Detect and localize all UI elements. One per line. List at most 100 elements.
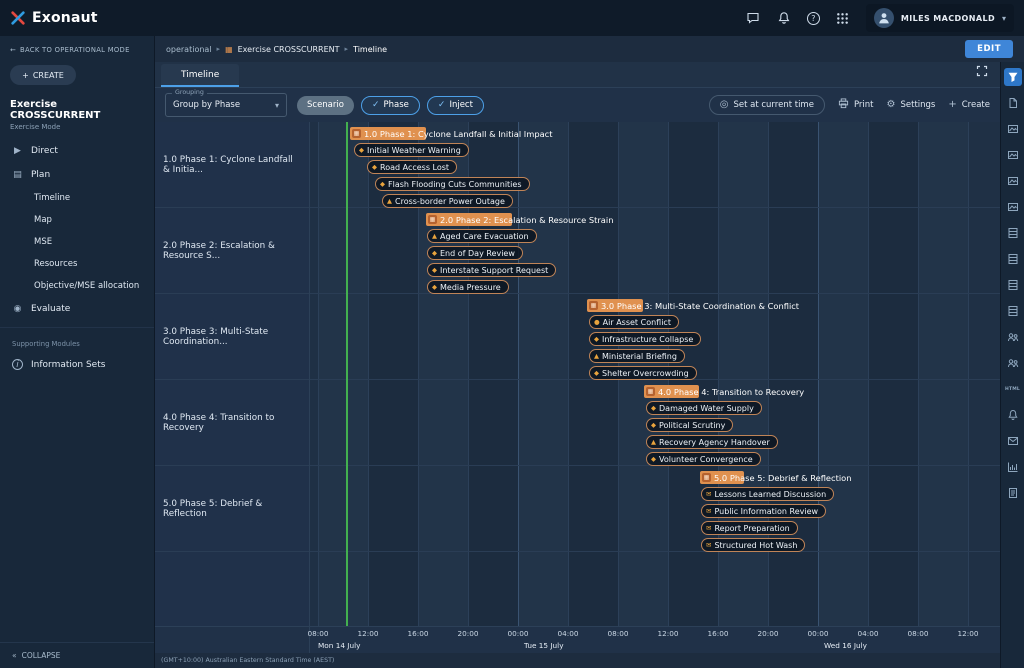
inject-chip[interactable]: ✉Lessons Learned Discussion [701,487,834,501]
filter-chip-phase[interactable]: ✓Phase [361,96,420,115]
inject-chip[interactable]: ◆Political Scrutiny [646,418,733,432]
target-icon: ◎ [720,100,729,110]
settings-button[interactable]: ⚙ Settings [887,100,936,110]
breadcrumb-exercise[interactable]: Exercise CROSSCURRENT [238,45,340,54]
time-tick-label: 08:00 [607,629,628,638]
archive-icon[interactable] [1004,250,1022,268]
mail-icon[interactable] [1004,432,1022,450]
sidebar-item-direct[interactable]: ▶ Direct [0,139,154,163]
bell-icon[interactable] [776,10,792,26]
direct-icon: ▶ [12,146,23,156]
image-panel-icon[interactable] [1004,198,1022,216]
inject-chip[interactable]: ◆End of Day Review [427,246,523,260]
phase-bar[interactable]: ▦1.0 Phase 1: Cyclone Landfall & Initial… [350,127,426,140]
inject-chip[interactable]: ●Air Asset Conflict [589,315,679,329]
tab-timeline[interactable]: Timeline [161,64,239,87]
inject-chip[interactable]: ◆Road Access Lost [367,160,457,174]
image-panel-icon[interactable] [1004,146,1022,164]
archive-icon[interactable] [1004,276,1022,294]
sidebar-item-objective-mse-allocation[interactable]: Objective/MSE allocation [0,275,154,297]
sidebar-item-evaluate[interactable]: ◉ Evaluate [0,297,154,321]
image-panel-icon[interactable] [1004,120,1022,138]
inject-chip[interactable]: ◆Volunteer Convergence [646,452,761,466]
inject-chip[interactable]: ▲Recovery Agency Handover [646,435,778,449]
grouping-value: Group by Phase [173,100,240,110]
phase-bar[interactable]: ▦5.0 Phase 5: Debrief & Reflection [700,471,744,484]
inject-chip[interactable]: ✉Public Information Review [701,504,826,518]
check-icon: ✓ [438,100,446,110]
time-tick-label: 12:00 [657,629,678,638]
app-logo[interactable]: Exonaut [10,10,98,26]
inject-chip[interactable]: ◆Infrastructure Collapse [589,332,701,346]
create-timeline-item-button[interactable]: + Create [948,100,990,110]
current-time-line [346,122,348,626]
sidebar-item-information-sets[interactable]: i Information Sets [0,352,154,377]
inject-chip[interactable]: ◆Interstate Support Request [427,263,556,277]
time-tick-label: 20:00 [457,629,478,638]
image-panel-icon[interactable] [1004,172,1022,190]
inject-chip[interactable]: ▲Ministerial Briefing [589,349,685,363]
filter-chip-scenario[interactable]: Scenario [297,96,354,115]
archive-icon[interactable] [1004,224,1022,242]
team-icon[interactable] [1004,328,1022,346]
phase-icon: ▦ [702,473,711,482]
report-icon[interactable] [1004,484,1022,502]
phase-bar[interactable]: ▦2.0 Phase 2: Escalation & Resource Stra… [426,213,512,226]
time-tick-label: 04:00 [857,629,878,638]
filter-chip-inject[interactable]: ✓Inject [427,96,484,115]
apps-grid-icon[interactable] [835,10,851,26]
timeline-rows: ▦1.0 Phase 1: Cyclone Landfall & Initial… [310,122,1000,552]
set-at-current-time-button[interactable]: ◎ Set at current time [709,95,825,115]
inject-chip[interactable]: ✉Report Preparation [701,521,798,535]
chevron-right-icon: ▸ [217,45,221,53]
diamond-icon: ◆ [651,456,656,463]
sidebar-item-plan[interactable]: ▤ Plan [0,163,154,187]
team-icon[interactable] [1004,354,1022,372]
inject-chip[interactable]: ◆Shelter Overcrowding [589,366,697,380]
inject-chip[interactable]: ◆Media Pressure [427,280,509,294]
sidebar-item-mse[interactable]: MSE [0,231,154,253]
time-tick-label: 12:00 [357,629,378,638]
breadcrumb-root[interactable]: operational [166,45,212,54]
archive-icon[interactable] [1004,302,1022,320]
inject-chip[interactable]: ◆Initial Weather Warning [354,143,469,157]
print-button[interactable]: Print [838,98,874,112]
sidebar-item-timeline[interactable]: Timeline [0,187,154,209]
fullscreen-icon[interactable] [976,62,988,81]
top-bar: Exonaut ? MILES MACDONALD ▾ [0,0,1024,36]
html-icon[interactable]: HTML [1004,380,1022,398]
day-label: Tue 15 July [524,641,564,650]
chart-icon[interactable] [1004,458,1022,476]
diamond-icon: ◆ [432,267,437,274]
phase-row-label: 1.0 Phase 1: Cyclone Landfall & Initia..… [155,122,309,208]
back-arrow-icon: ← [10,46,16,54]
sidebar-item-map[interactable]: Map [0,209,154,231]
document-icon[interactable] [1004,94,1022,112]
inject-chip[interactable]: ▲Cross-border Power Outage [382,194,513,208]
plus-icon: + [22,71,29,80]
time-tick-label: 16:00 [707,629,728,638]
collapse-sidebar-button[interactable]: « COLLAPSE [0,642,154,668]
chat-icon[interactable] [745,10,761,26]
create-button[interactable]: + CREATE [10,65,76,85]
filter-icon[interactable] [1004,68,1022,86]
timezone-note: (GMT+10:00) Australian Eastern Standard … [161,657,334,664]
inject-chip[interactable]: ✉Structured Hot Wash [701,538,805,552]
phase-row-label: 3.0 Phase 3: Multi-State Coordination... [155,294,309,380]
warning-icon: ▲ [387,198,392,205]
back-to-operational-link[interactable]: ← BACK TO OPERATIONAL MODE [0,36,154,60]
inject-chip[interactable]: ◆Flash Flooding Cuts Communities [375,177,530,191]
phase-icon: ▦ [589,301,598,310]
mail-icon: ✉ [706,491,711,498]
inject-chip[interactable]: ◆Damaged Water Supply [646,401,762,415]
notifications-icon[interactable] [1004,406,1022,424]
phase-bar[interactable]: ▦3.0 Phase 3: Multi-State Coordination &… [587,299,643,312]
edit-button[interactable]: EDIT [965,40,1013,58]
help-icon[interactable]: ? [807,12,820,25]
sidebar-item-resources[interactable]: Resources [0,253,154,275]
user-menu[interactable]: MILES MACDONALD ▾ [866,4,1014,32]
grouping-select[interactable]: Grouping Group by Phase ▾ [165,93,287,117]
inject-chip[interactable]: ▲Aged Care Evacuation [427,229,537,243]
phase-bar[interactable]: ▦4.0 Phase 4: Transition to Recovery [644,385,699,398]
plan-icon: ▤ [12,170,23,180]
